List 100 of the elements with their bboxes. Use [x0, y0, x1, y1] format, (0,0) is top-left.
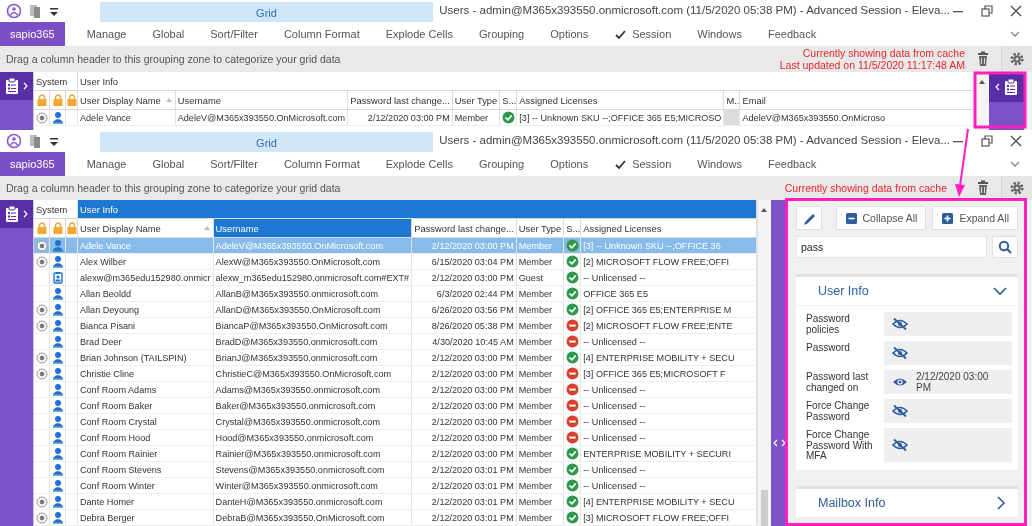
ribbon-tab[interactable]: Grouping	[468, 22, 535, 46]
search-field[interactable]: pass	[796, 236, 987, 258]
settings-button[interactable]	[1001, 46, 1032, 72]
section-header[interactable]: User Info	[796, 277, 1018, 306]
expand-all-button[interactable]: Expand All	[932, 206, 1018, 230]
ribbon-tab[interactable]: Session	[604, 152, 682, 176]
close-button[interactable]	[1008, 133, 1024, 149]
panel-toggle-button[interactable]	[0, 72, 33, 100]
ribbon-tab[interactable]: Global	[142, 152, 195, 176]
search-button[interactable]	[992, 236, 1018, 258]
ribbon-tab[interactable]: Explode Cells	[375, 152, 463, 176]
ribbon-tab[interactable]: Feedback	[757, 22, 827, 46]
ribbon-tab[interactable]: Grouping	[468, 152, 535, 176]
table-row[interactable]: Conf Room Stevens Stevens@M365x393550.onmicrosoft.com 2/12/2020 03:01 PM Member -- Unlicensed --	[34, 462, 757, 478]
column-group-header[interactable]: User Info	[78, 200, 757, 219]
ribbon-tab[interactable]: Windows	[687, 22, 752, 46]
table-cell: -- Unlicensed --	[581, 478, 757, 494]
table-cell: Member	[516, 414, 565, 430]
edit-button[interactable]	[796, 206, 822, 230]
column-header[interactable]: Password last change...	[348, 91, 453, 110]
clipboard-icon	[1003, 78, 1019, 96]
ribbon-tab[interactable]: Global	[142, 22, 195, 46]
trash-icon[interactable]	[975, 51, 991, 67]
scrollbar[interactable]	[1024, 200, 1032, 526]
ribbon-tab[interactable]: Manage	[76, 22, 137, 46]
table-cell: Rainier@M365x393550.onmicrosoft.com	[213, 446, 413, 462]
context-tab[interactable]: Grid	[99, 132, 434, 152]
column-group-header[interactable]: System	[34, 72, 78, 91]
scrollbar[interactable]	[1024, 72, 1032, 130]
table-row[interactable]: Conf Room Hood Hood@M365x393550.onmicrosoft.com 2/12/2020 03:00 PM Member -- Unlicensed --	[34, 430, 757, 446]
ribbon-tab[interactable]: Sort/Filter	[200, 22, 268, 46]
table-row[interactable]: Alex Wilber AlexW@M365x393550.OnMicrosoft.com 6/15/2020 03:04 PM Member [2] MICROSOFT FLOW FREE;OFFI	[34, 254, 757, 270]
ribbon-tab[interactable]: Windows	[687, 152, 752, 176]
table-row[interactable]: Christie Cline ChristieC@M365x393550.OnMicrosoft.com 2/12/2020 03:00 PM Member [3] OFFICE 365 E5;MICROSOFT F	[34, 366, 757, 382]
table-row[interactable]: Allan Beoldd AllanB@M365x393550.onmicrosoft.com 6/3/2020 02:44 PM Member OFFICE 365 E5	[34, 286, 757, 302]
column-header[interactable]: User Display Name	[78, 219, 214, 238]
ribbon-tab[interactable]: Manage	[76, 152, 137, 176]
column-header[interactable]: S...	[564, 219, 582, 238]
restore-button[interactable]	[979, 3, 995, 19]
pages-icon[interactable]	[28, 133, 42, 149]
field-value: 2/12/2020 03:00 PM	[884, 370, 1012, 394]
table-row[interactable]: Adele Vance AdeleV@M365x393550.OnMicrosoft.com 2/12/2020 03:00 PM Member [3] -- Unknown SKU --;OFFICE 365 E5;MICROSO AdeleV@M365x393550.OnMicroso	[34, 110, 975, 126]
column-header[interactable]: User Type	[452, 91, 501, 110]
column-header[interactable]: Username	[175, 91, 349, 110]
table-cell: 2/12/2020 03:00 PM	[412, 414, 517, 430]
ribbon-tab[interactable]: Column Format	[273, 152, 370, 176]
table-cell: Member	[516, 430, 565, 446]
column-header[interactable]: M..	[724, 91, 741, 110]
column-header[interactable]: Assigned Licenses	[517, 91, 725, 110]
clipboard-icon	[4, 205, 20, 223]
table-row[interactable]: Brian Johnson (TAILSPIN) BrianJ@M365x393550.onmicrosoft.com 2/12/2020 03:00 PM Member [4] ENTERPRISE MOBILITY + SECU	[34, 350, 757, 366]
table-row[interactable]: Brad Deer BradD@M365x393550.onmicrosoft.com 4/30/2020 10:45 AM Member -- Unlicensed --	[34, 334, 757, 350]
context-tab[interactable]: Grid	[99, 2, 434, 22]
section-header[interactable]: Mailbox Info	[796, 488, 1018, 518]
table-cell: ENTERPRISE MOBILITY + SECURI	[581, 446, 757, 462]
table-row[interactable]: Dante Homer DanteH@M365x393550.onmicrosoft.com 2/12/2020 03:01 PM Member [4] ENTERPRISE MOBILITY + SECU	[34, 494, 757, 510]
table-row[interactable]: Conf Room Rainier Rainier@M365x393550.onmicrosoft.com 2/12/2020 03:00 PM Member ENTERPRISE MOBILITY + SECURI	[34, 446, 757, 462]
settings-icon	[1009, 180, 1025, 196]
table-cell: BrianJ@M365x393550.onmicrosoft.com	[213, 350, 413, 366]
column-header[interactable]: Password last change...	[412, 219, 517, 238]
ribbon-tab[interactable]: sapio365	[0, 22, 65, 46]
column-header[interactable]: S...	[500, 91, 518, 110]
field-label: Password	[806, 341, 851, 355]
column-header[interactable]: User Type	[516, 219, 565, 238]
trash-icon[interactable]	[975, 180, 991, 196]
table-cell: 6/26/2020 03:56 PM	[412, 302, 517, 318]
column-group-header[interactable]: System	[34, 200, 78, 219]
table-cell: Member	[516, 318, 565, 334]
ribbon-tab[interactable]: sapio365	[0, 152, 65, 176]
ribbon-tab[interactable]: Sort/Filter	[200, 152, 268, 176]
table-row[interactable]: Conf Room Baker Baker@M365x393550.onmicrosoft.com 2/12/2020 03:00 PM Member -- Unlicensed --	[34, 398, 757, 414]
logo-icon[interactable]	[6, 133, 22, 149]
ribbon-tab[interactable]: Feedback	[757, 152, 827, 176]
table-cell: 2/12/2020 03:00 PM	[348, 110, 453, 126]
ribbon-tab[interactable]: Session	[604, 22, 682, 46]
table-cell: Crystal@M365x393550.onmicrosoft.com	[213, 414, 413, 430]
ribbon-tab[interactable]: Explode Cells	[375, 22, 463, 46]
table-row[interactable]: Debra Berger DebraB@M365x393550.OnMicrosoft.com 2/12/2020 03:01 PM Member [3] MICROSOFT FLOW FREE;OFFI	[34, 510, 757, 526]
restore-button[interactable]	[979, 133, 995, 149]
column-header[interactable]: Assigned Licenses	[581, 219, 757, 238]
table-row[interactable]: Conf Room Crystal Crystal@M365x393550.onmicrosoft.com 2/12/2020 03:00 PM Member -- Unlicensed --	[34, 414, 757, 430]
table-row[interactable]: alexw@m365edu152980.onmicr alexw_m365edu152980.onmicrosoft.com#EXT# 2/12/2020 03:00 PM Guest -- Unlicensed --	[34, 270, 757, 286]
table-row[interactable]: Bianca Pisani BiancaP@M365x393550.OnMicrosoft.com 8/26/2020 05:38 PM Member [2] MICROSOFT FLOW FREE;ENTE	[34, 318, 757, 334]
table-row[interactable]: Allan Deyoung AllanD@M365x393550.OnMicrosoft.com 6/26/2020 03:56 PM Member [2] OFFICE 365 E5;ENTERPRISE M	[34, 302, 757, 318]
ribbon-tab[interactable]: Options	[540, 152, 599, 176]
table-row[interactable]: Conf Room Adams Adams@M365x393550.onmicrosoft.com 2/12/2020 03:00 PM Member -- Unlicensed --	[34, 382, 757, 398]
collapse-all-button[interactable]: Collapse All	[835, 206, 927, 230]
ribbon-tab[interactable]: Options	[540, 22, 599, 46]
ribbon-tab[interactable]: Column Format	[273, 22, 370, 46]
column-header[interactable]: Username	[213, 219, 413, 238]
column-header[interactable]: User Display Name	[78, 91, 176, 110]
panel-toggle-button[interactable]	[0, 200, 33, 228]
lock-icon	[51, 221, 64, 235]
logo-icon[interactable]	[6, 3, 22, 19]
cache-notice: Currently showing data from cache	[784, 182, 947, 194]
table-cell: Member	[516, 382, 565, 398]
close-button[interactable]	[1008, 3, 1024, 19]
table-row[interactable]: Conf Room Winter Winter@M365x393550.onmicrosoft.com 2/12/2020 03:01 PM Member -- Unlicensed --	[34, 478, 757, 494]
settings-button[interactable]	[1001, 176, 1032, 200]
pages-icon[interactable]	[28, 3, 42, 19]
